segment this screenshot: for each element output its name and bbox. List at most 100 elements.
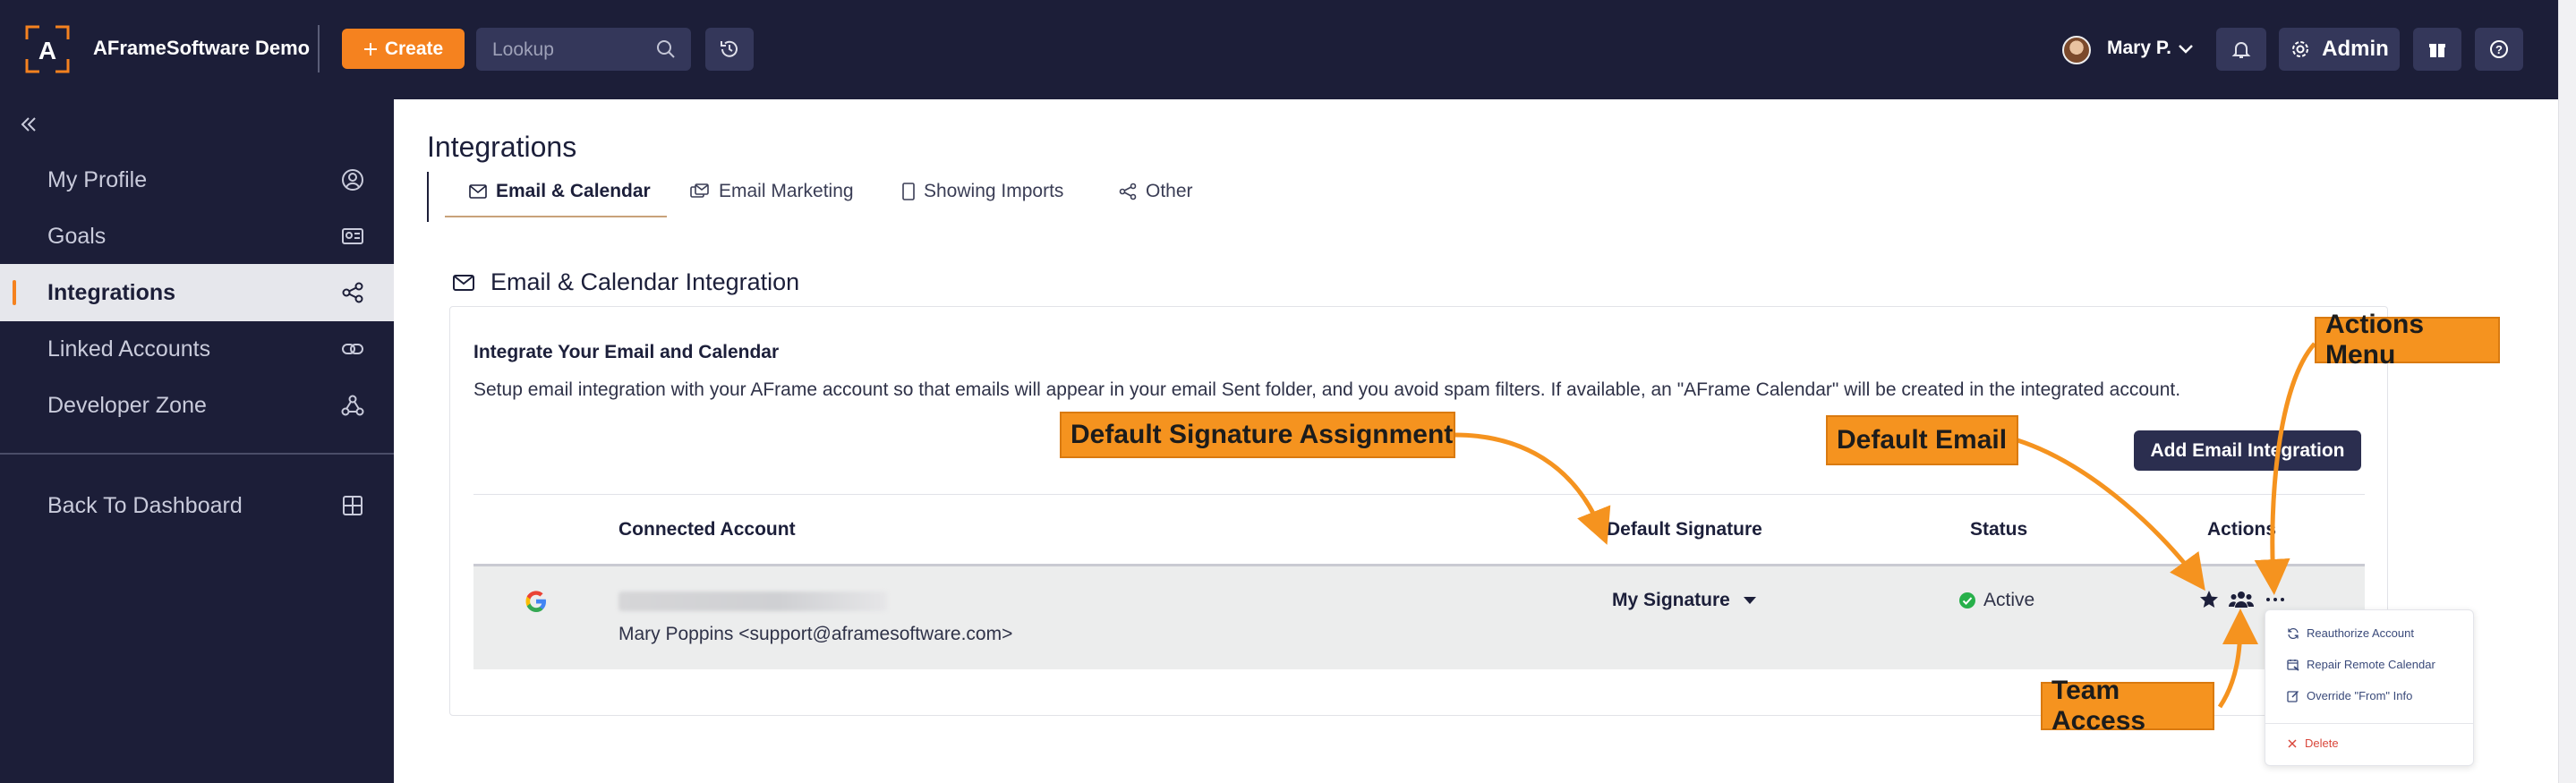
tab-email-calendar[interactable]: Email & Calendar <box>469 181 651 202</box>
status-text: Active <box>1983 590 2035 610</box>
card-description: Setup email integration with your AFrame… <box>473 379 2181 400</box>
grid-icon <box>343 496 363 515</box>
search-placeholder: Lookup <box>492 39 554 60</box>
sidebar-item-label: My Profile <box>47 166 148 192</box>
bookmark-icon <box>902 183 915 200</box>
sidebar-item-my-profile[interactable]: My Profile <box>0 151 394 209</box>
tab-label: Other <box>1146 181 1193 201</box>
help-button[interactable]: ? <box>2475 28 2523 71</box>
card-heading: Integrate Your Email and Calendar <box>473 342 780 362</box>
column-header-actions: Actions <box>2207 519 2277 540</box>
admin-label: Admin <box>2322 37 2389 61</box>
menu-item-label: Repair Remote Calendar <box>2307 658 2435 671</box>
menu-item-reauthorize-account[interactable]: Reauthorize Account <box>2287 626 2414 640</box>
callout-team-access: Team Access <box>2041 676 2214 736</box>
x-icon <box>2288 738 2297 748</box>
sidebar-item-linked-accounts[interactable]: Linked Accounts <box>0 320 394 378</box>
refresh-icon <box>2288 627 2299 639</box>
gear-icon <box>2292 41 2309 57</box>
mailbox-icon <box>690 183 709 198</box>
svg-text:A: A <box>38 37 56 64</box>
sidebar-item-label: Goals <box>47 223 107 249</box>
active-tab-underline <box>445 216 667 217</box>
sidebar-item-label: Linked Accounts <box>47 336 211 362</box>
sidebar-item-label: Back To Dashboard <box>47 492 243 518</box>
status-badge: Active <box>1958 590 2034 611</box>
tabs-indicator <box>427 172 429 222</box>
tab-label: Email & Calendar <box>496 181 651 201</box>
create-label: Create <box>384 38 444 59</box>
menu-item-delete[interactable]: Delete <box>2287 736 2339 750</box>
admin-button[interactable]: Admin <box>2279 28 2400 71</box>
menu-item-repair-remote-calendar[interactable]: Repair Remote Calendar <box>2287 658 2435 671</box>
history-button[interactable] <box>705 28 754 71</box>
search-input[interactable]: Lookup <box>476 28 691 71</box>
plus-icon <box>363 42 377 55</box>
table-row <box>473 566 2365 669</box>
page-scrollbar[interactable] <box>2558 0 2576 783</box>
notifications-button[interactable] <box>2216 28 2266 71</box>
help-icon: ? <box>2490 40 2508 58</box>
svg-text:?: ? <box>2495 43 2503 56</box>
tab-other[interactable]: Other <box>1119 181 1193 202</box>
mail-icon <box>453 274 474 291</box>
check-circle-icon <box>1959 592 1975 609</box>
callout-actions-menu: Actions Menu <box>2315 310 2500 370</box>
tab-label: Email Marketing <box>719 181 854 201</box>
signature-dropdown[interactable]: My Signature <box>1612 590 1757 611</box>
menu-item-label: Reauthorize Account <box>2307 626 2414 640</box>
tab-showing-imports[interactable]: Showing Imports <box>902 181 1063 202</box>
callout-default-signature: Default Signature Assignment <box>1060 412 1455 458</box>
create-button[interactable]: Create <box>342 29 465 69</box>
top-bar: A AFrameSoftware Demo Create Lookup Mary… <box>0 0 2558 99</box>
tab-email-marketing[interactable]: Email Marketing <box>690 181 854 202</box>
history-icon <box>721 40 738 57</box>
tab-label: Showing Imports <box>924 181 1064 201</box>
aframe-logo[interactable]: A <box>25 25 70 73</box>
redacted-email <box>618 592 887 611</box>
actions-dropdown-menu: Reauthorize Account Repair Remote Calend… <box>2265 609 2474 766</box>
sidebar-divider <box>0 453 394 455</box>
webhook-icon <box>341 395 364 416</box>
star-icon[interactable] <box>2198 589 2220 610</box>
sidebar-item-label: Integrations <box>47 279 176 305</box>
goals-icon <box>342 228 363 244</box>
add-email-integration-button[interactable]: Add Email Integration <box>2134 430 2361 471</box>
menu-item-override-from-info[interactable]: Override "From" Info <box>2287 689 2412 702</box>
sidebar-item-integrations[interactable]: Integrations <box>0 264 394 321</box>
menu-item-label: Override "From" Info <box>2307 689 2413 702</box>
section-title-text: Email & Calendar Integration <box>490 268 800 295</box>
column-header-default-signature: Default Signature <box>1607 519 1762 540</box>
edit-icon <box>2287 690 2299 702</box>
column-header-status: Status <box>1970 519 2028 540</box>
signature-value: My Signature <box>1612 590 1730 610</box>
search-icon <box>657 40 675 58</box>
gift-icon <box>2429 44 2445 57</box>
collapse-sidebar-icon[interactable] <box>18 114 39 135</box>
share-icon <box>342 282 363 303</box>
avatar[interactable] <box>2062 36 2091 64</box>
callout-default-email: Default Email <box>1826 415 2018 465</box>
sidebar: My Profile Goals Integrations Linked Acc… <box>0 99 394 783</box>
google-icon <box>525 591 546 612</box>
sidebar-item-goals[interactable]: Goals <box>0 208 394 265</box>
sidebar-item-developer-zone[interactable]: Developer Zone <box>0 377 394 434</box>
more-icon[interactable] <box>2265 589 2286 610</box>
sidebar-item-back-to-dashboard[interactable]: Back To Dashboard <box>0 477 394 534</box>
app-title: AFrameSoftware Demo <box>93 37 311 59</box>
page-title: Integrations <box>427 131 577 163</box>
account-name: Mary Poppins <support@aframesoftware.com… <box>618 624 1013 644</box>
link-icon <box>342 344 363 354</box>
section-title: Email & Calendar Integration <box>453 268 799 296</box>
team-access-icon[interactable] <box>2229 589 2254 610</box>
calendar-repair-icon <box>2287 659 2299 671</box>
menu-item-label: Delete <box>2305 736 2339 750</box>
gift-button[interactable] <box>2413 28 2461 71</box>
divider <box>318 25 320 72</box>
user-name[interactable]: Mary P. <box>2107 38 2171 59</box>
user-circle-icon <box>342 169 363 191</box>
mail-icon <box>469 184 487 199</box>
column-header-connected-account: Connected Account <box>618 519 796 540</box>
bell-icon <box>2231 42 2251 58</box>
chevron-down-icon[interactable] <box>2177 40 2195 58</box>
